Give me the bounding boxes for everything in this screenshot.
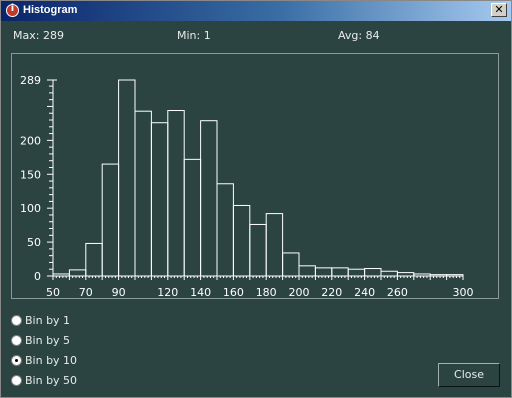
histogram-bar: [167, 110, 185, 277]
histogram-bar: [183, 158, 202, 277]
histogram-bar: [118, 79, 136, 277]
y-tick-label: 289: [20, 74, 41, 87]
histogram-bar: [282, 252, 300, 277]
bin-option-radio[interactable]: Bin by 1: [11, 314, 151, 328]
histogram-bar: [396, 272, 415, 277]
x-tick-label: 50: [46, 286, 60, 298]
y-tick-label: 0: [34, 270, 41, 283]
histogram-bar: [216, 183, 234, 277]
max-stat: Max: 289: [13, 29, 64, 42]
x-tick-label: 220: [321, 286, 342, 298]
title-bar[interactable]: Histogram ✕: [1, 1, 511, 21]
histogram-bar: [265, 213, 284, 277]
x-tick-label: 160: [223, 286, 244, 298]
histogram-bar: [298, 265, 316, 277]
radio-dot-icon[interactable]: [11, 355, 22, 366]
histogram-chart: 0 50 100 150 200 289 50 70 90 120 140 160 180 200 220 2…: [20, 74, 474, 298]
histogram-bar: [150, 122, 169, 277]
histogram-bar: [249, 223, 267, 277]
min-stat: Min: 1: [177, 29, 211, 42]
bin-option-label: Bin by 1: [25, 314, 71, 327]
avg-stat: Avg: 84: [338, 29, 380, 42]
histogram-plot: 0 50 100 150 200 289 50 70 90 120 140 160 180 200 220 2…: [11, 53, 499, 299]
window-title: Histogram: [23, 4, 78, 16]
x-tick-label: 180: [256, 286, 277, 298]
x-tick-label: 70: [79, 286, 93, 298]
histogram-bar: [347, 268, 366, 277]
radio-dot-icon[interactable]: [11, 315, 22, 326]
histogram-bar: [232, 204, 251, 277]
histogram-bar: [331, 267, 349, 277]
window-close-button[interactable]: ✕: [491, 3, 507, 17]
bin-option-radio[interactable]: Bin by 50: [11, 374, 151, 388]
bin-option-label: Bin by 5: [25, 334, 71, 347]
bin-option-radio[interactable]: Bin by 5: [11, 334, 151, 348]
histogram-window: Histogram ✕ Max: 289 Min: 1 Avg: 84 0 50 1…: [0, 0, 512, 398]
x-tick-label: 200: [289, 286, 310, 298]
radio-dot-icon[interactable]: [11, 375, 22, 386]
y-tick-label: 200: [20, 134, 41, 147]
x-tick-label: 300: [453, 286, 474, 298]
histogram-bar: [200, 120, 218, 277]
x-tick-label: 120: [157, 286, 178, 298]
bin-option-label: Bin by 50: [25, 374, 78, 387]
y-tick-label: 150: [20, 168, 41, 181]
close-button[interactable]: Close: [438, 363, 500, 387]
histogram-bar: [134, 110, 152, 277]
histogram-bar: [314, 267, 333, 277]
bin-option-radio[interactable]: Bin by 10: [11, 354, 151, 368]
info-icon: [6, 3, 19, 17]
y-tick-label: 100: [20, 202, 41, 215]
histogram-bar: [85, 242, 103, 277]
radio-dot-icon[interactable]: [11, 335, 22, 346]
x-tick-label: 240: [354, 286, 375, 298]
histogram-bar: [364, 268, 382, 277]
x-tick-label: 140: [190, 286, 211, 298]
x-tick-label: 260: [387, 286, 408, 298]
x-tick-label: 90: [112, 286, 126, 298]
bin-option-label: Bin by 10: [25, 354, 78, 367]
y-tick-label: 50: [27, 236, 41, 249]
histogram-bar: [380, 270, 398, 277]
histogram-bar: [68, 269, 87, 277]
histogram-bar: [101, 163, 120, 277]
